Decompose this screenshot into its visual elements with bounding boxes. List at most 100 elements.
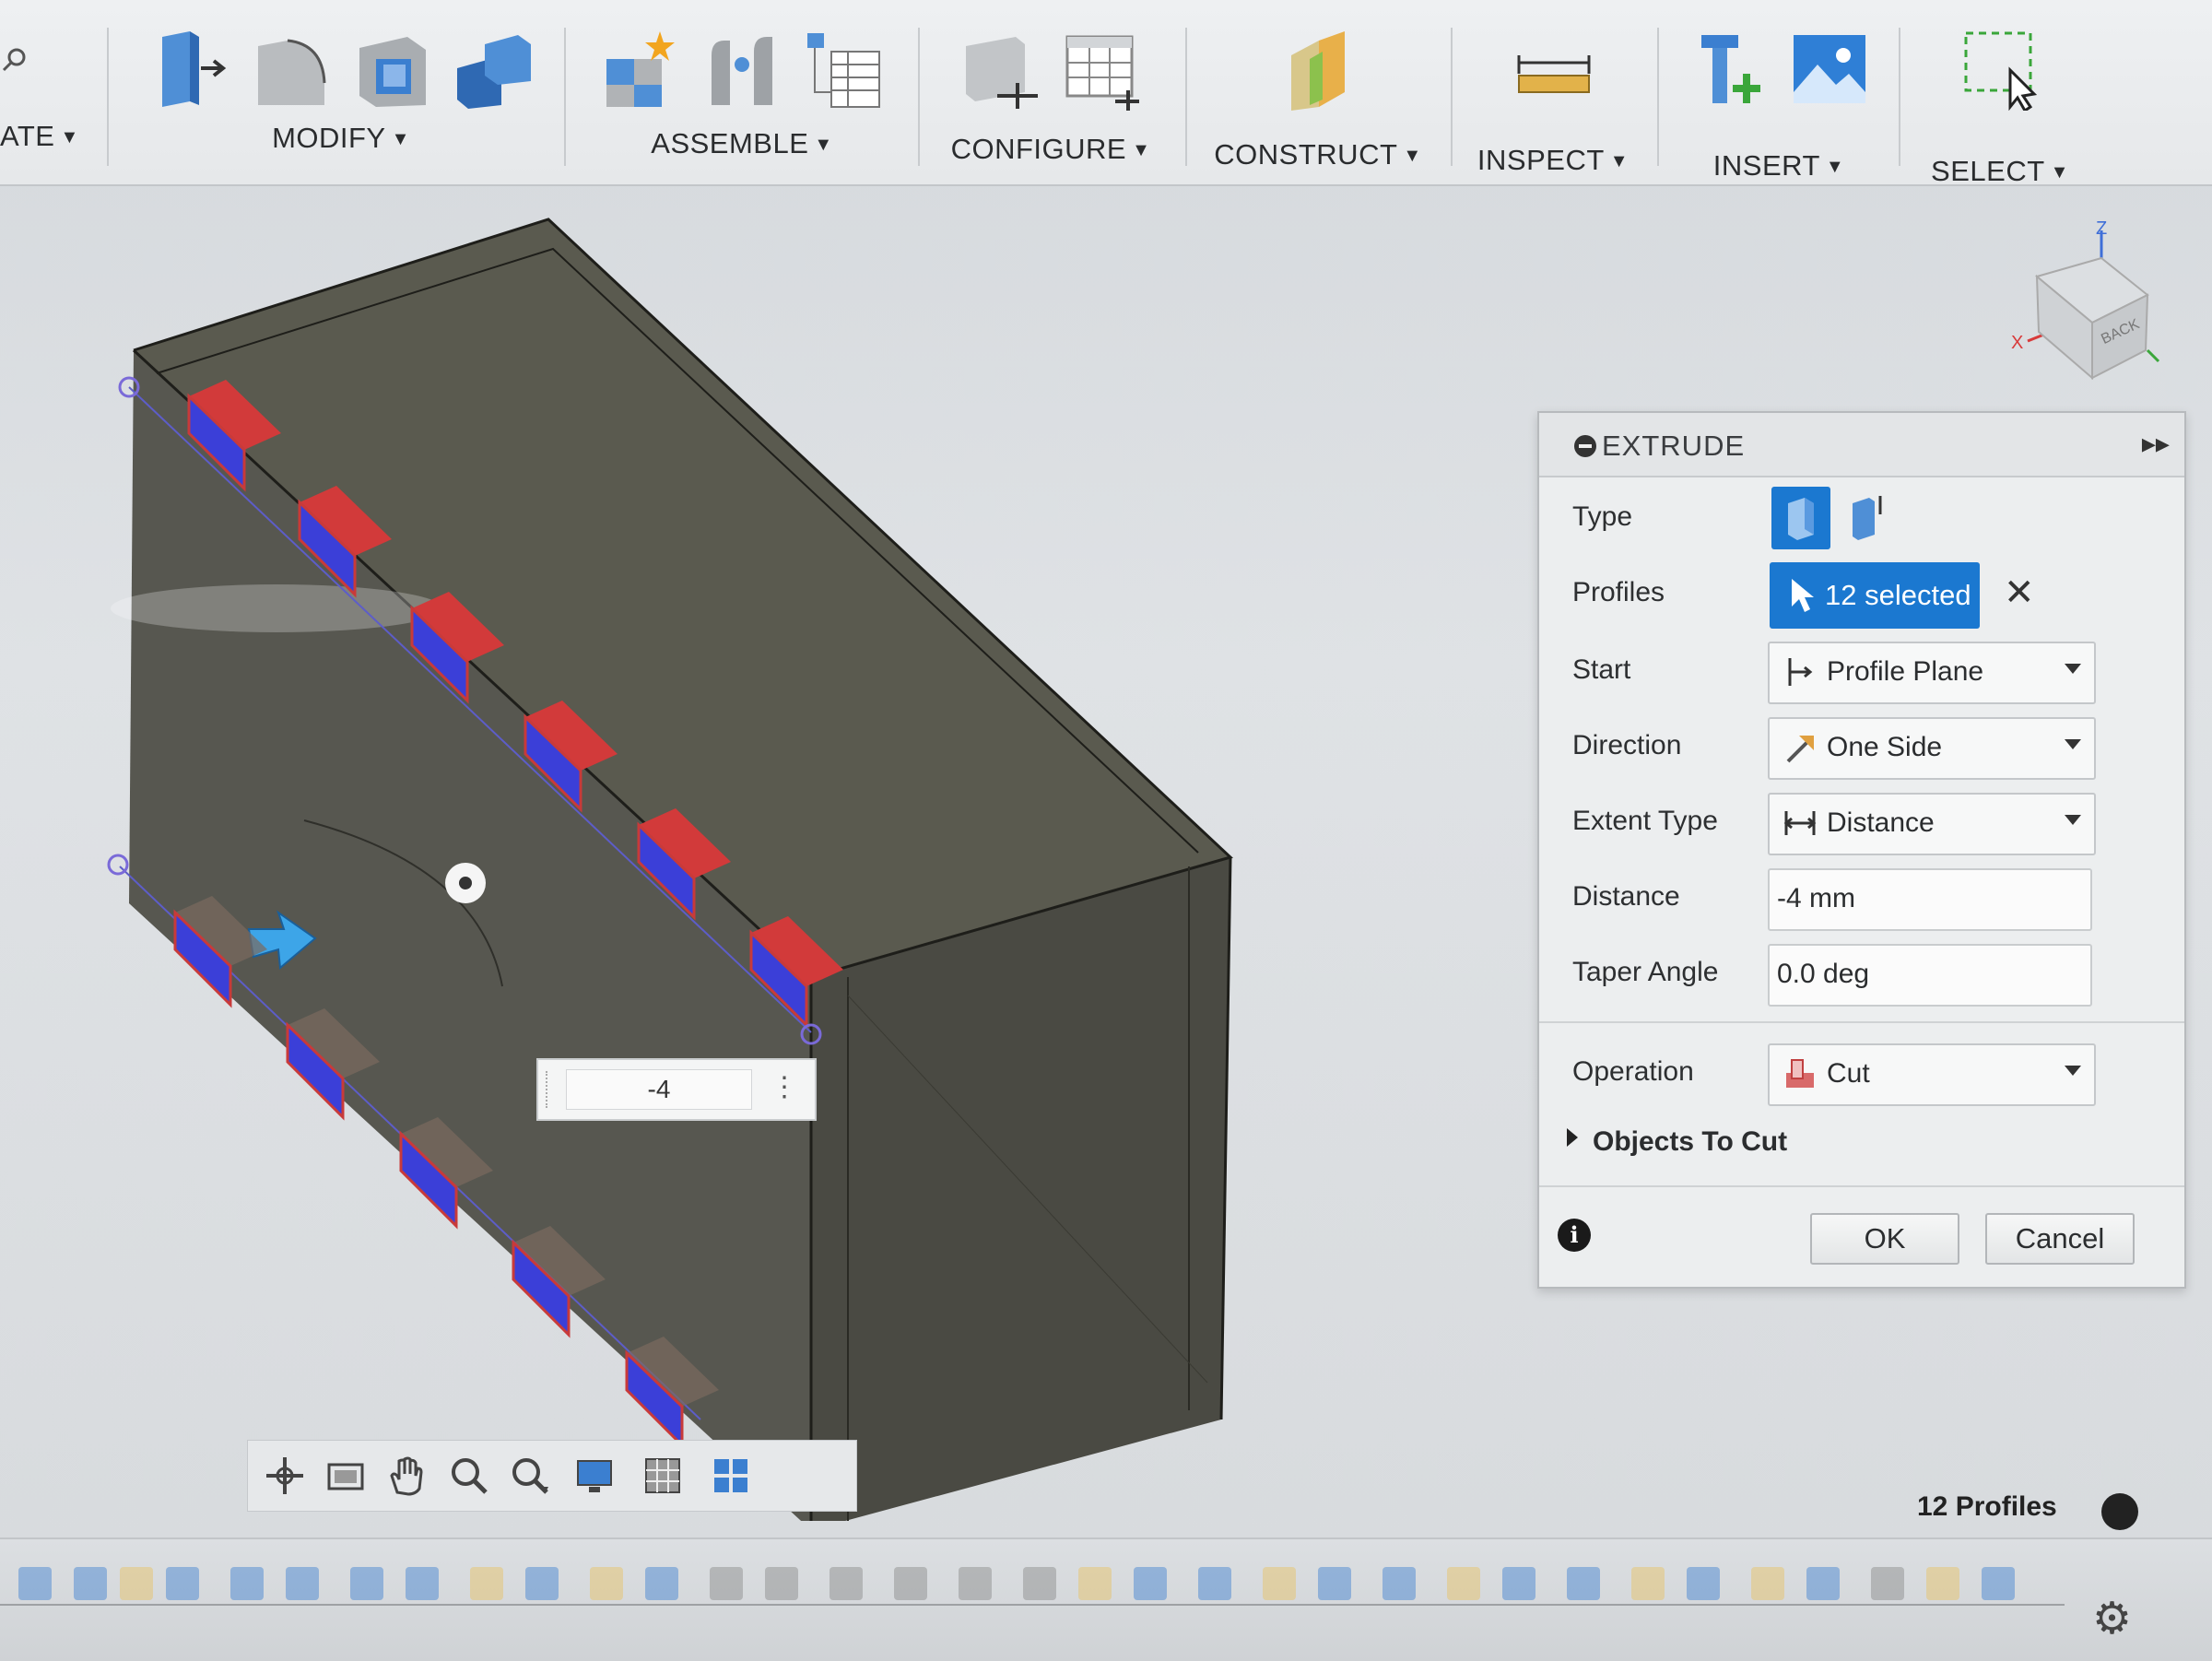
timeline-item[interactable]	[830, 1567, 863, 1600]
fillet-icon[interactable]	[251, 28, 330, 111]
distance-input[interactable]: -4 mm	[1768, 868, 2092, 931]
joint-icon[interactable]	[702, 28, 782, 111]
insert-menu[interactable]: INSERT ▼	[1677, 149, 1880, 183]
direction-dropdown[interactable]: One Side	[1768, 717, 2096, 780]
select-box-icon[interactable]	[1960, 28, 2040, 113]
zoom-icon[interactable]	[445, 1452, 493, 1500]
grid-settings-icon[interactable]	[639, 1452, 687, 1500]
manipulator-value[interactable]: -4	[566, 1069, 752, 1110]
status-text: 12 Profiles	[1917, 1491, 2057, 1522]
taper-angle-input[interactable]: 0.0 deg	[1768, 944, 2092, 1007]
timeline-item[interactable]	[1567, 1567, 1600, 1600]
type-thin-button[interactable]	[1838, 487, 1897, 549]
timeline-item[interactable]	[350, 1567, 383, 1600]
configure-menu[interactable]: CONFIGURE ▼	[931, 133, 1171, 166]
configure-table-icon[interactable]	[960, 28, 1040, 111]
bill-of-materials-icon[interactable]	[804, 28, 883, 111]
timeline-item[interactable]	[525, 1567, 559, 1600]
drag-handle[interactable]	[546, 1071, 557, 1108]
pan-hand-icon[interactable]	[382, 1452, 430, 1500]
type-label: Type	[1572, 501, 1633, 532]
look-at-icon[interactable]	[322, 1452, 370, 1500]
timeline-item[interactable]	[1687, 1567, 1720, 1600]
type-solid-button[interactable]	[1771, 487, 1830, 549]
more-options-icon[interactable]: ⋮	[771, 1071, 798, 1103]
shell-icon[interactable]	[352, 28, 431, 111]
dialog-header[interactable]: EXTRUDE ▸▸	[1539, 413, 2184, 477]
model-body[interactable]	[0, 184, 1290, 1521]
timeline-item[interactable]	[18, 1567, 52, 1600]
timeline-item[interactable]	[1318, 1567, 1351, 1600]
inspect-menu[interactable]: INSPECT ▼	[1465, 144, 1641, 177]
timeline-item[interactable]	[1263, 1567, 1296, 1600]
assemble-group: ASSEMBLE ▼	[581, 18, 903, 180]
clear-selection-icon[interactable]: ✕	[2004, 571, 2035, 614]
modify-menu[interactable]: MODIFY ▼	[129, 122, 553, 155]
assemble-menu[interactable]: ASSEMBLE ▼	[581, 127, 903, 160]
orbit-icon[interactable]	[261, 1452, 309, 1500]
ok-button[interactable]: OK	[1810, 1213, 1959, 1265]
timeline-item[interactable]	[1134, 1567, 1167, 1600]
create-group[interactable]: ATE ▼	[0, 18, 92, 180]
timeline-item[interactable]	[894, 1567, 927, 1600]
operation-dropdown[interactable]: Cut	[1768, 1043, 2096, 1106]
insert-canvas-icon[interactable]	[1790, 28, 1869, 111]
timeline-item[interactable]	[286, 1567, 319, 1600]
timeline-item[interactable]	[1982, 1567, 2015, 1600]
timeline-item[interactable]	[230, 1567, 264, 1600]
objects-to-cut-row[interactable]: Objects To Cut	[1539, 1115, 2184, 1171]
collapse-icon[interactable]	[1574, 435, 1596, 457]
timeline-item[interactable]	[1926, 1567, 1959, 1600]
toolbar-divider	[1657, 28, 1659, 166]
viewports-icon[interactable]	[707, 1452, 755, 1500]
info-icon[interactable]: i	[1558, 1219, 1591, 1252]
viewcube[interactable]: Z X BACK	[2000, 221, 2166, 387]
start-dropdown[interactable]: Profile Plane	[1768, 642, 2096, 704]
combine-icon[interactable]	[453, 28, 533, 111]
timeline-item[interactable]	[1631, 1567, 1665, 1600]
select-menu[interactable]: SELECT ▼	[1917, 155, 2083, 188]
status-icon[interactable]	[2101, 1493, 2138, 1530]
construct-plane-icon[interactable]	[1278, 28, 1358, 111]
modify-group: MODIFY ▼	[129, 18, 553, 180]
new-component-icon[interactable]	[601, 28, 680, 111]
timeline-item[interactable]	[1198, 1567, 1231, 1600]
timeline-item[interactable]	[1751, 1567, 1784, 1600]
timeline-item[interactable]	[1382, 1567, 1416, 1600]
profiles-selection-button[interactable]: 12 selected	[1770, 562, 1980, 629]
insert-mcmaster-icon[interactable]	[1688, 28, 1768, 111]
cancel-button[interactable]: Cancel	[1985, 1213, 2135, 1265]
timeline-item[interactable]	[166, 1567, 199, 1600]
gear-icon[interactable]: ⚙	[2092, 1593, 2132, 1644]
fit-icon[interactable]	[506, 1452, 554, 1500]
measure-icon[interactable]	[1513, 28, 1593, 111]
create-menu[interactable]: ATE ▼	[0, 120, 92, 153]
timeline-item[interactable]	[1078, 1567, 1112, 1600]
sketch-tool-icon[interactable]	[0, 46, 28, 74]
timeline-item[interactable]	[710, 1567, 743, 1600]
timeline-item[interactable]	[406, 1567, 439, 1600]
timeline-item[interactable]	[1871, 1567, 1904, 1600]
objects-to-cut-label: Objects To Cut	[1593, 1126, 1788, 1157]
press-pull-icon[interactable]	[149, 28, 229, 111]
chevron-down-icon	[2065, 739, 2081, 749]
timeline-item[interactable]	[1502, 1567, 1535, 1600]
timeline-item[interactable]	[645, 1567, 678, 1600]
timeline-item[interactable]	[74, 1567, 107, 1600]
display-settings-icon[interactable]	[571, 1452, 618, 1500]
timeline-item[interactable]	[1806, 1567, 1840, 1600]
expand-arrow-icon[interactable]	[1567, 1128, 1578, 1147]
timeline-item[interactable]	[1023, 1567, 1056, 1600]
configuration-table-icon[interactable]	[1062, 28, 1141, 111]
extent-type-dropdown[interactable]: Distance	[1768, 793, 2096, 855]
timeline-item[interactable]	[765, 1567, 798, 1600]
timeline-item[interactable]	[120, 1567, 153, 1600]
distance-manipulator[interactable]: -4 ⋮	[536, 1058, 817, 1121]
timeline-item[interactable]	[590, 1567, 623, 1600]
expand-icon[interactable]: ▸▸	[2142, 428, 2170, 460]
construct-menu[interactable]: CONSTRUCT ▼	[1198, 138, 1438, 171]
timeline-item[interactable]	[959, 1567, 992, 1600]
timeline-item[interactable]	[470, 1567, 503, 1600]
timeline-item[interactable]	[1447, 1567, 1480, 1600]
profiles-selected-text: 12 selected	[1825, 579, 1971, 611]
